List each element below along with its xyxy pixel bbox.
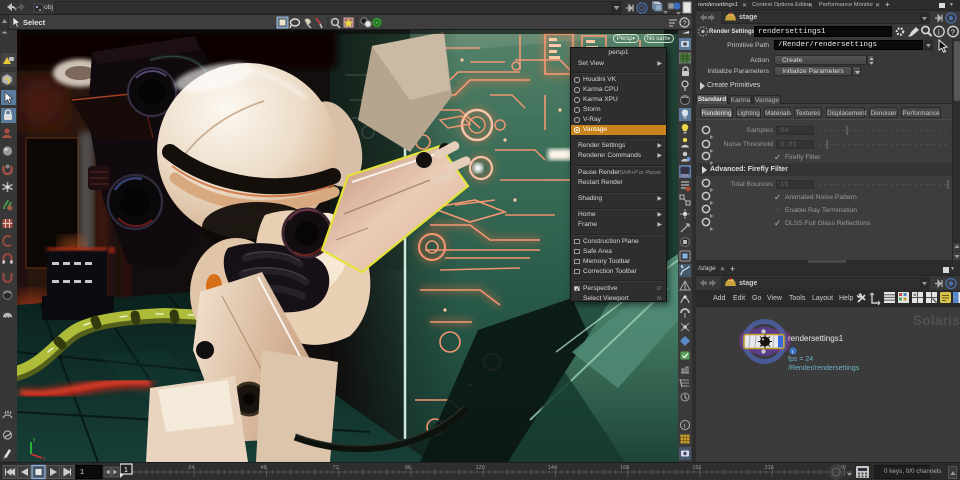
svg-text:120: 120 [476,465,485,471]
svg-text:144: 144 [548,465,557,471]
svg-text:192: 192 [692,465,701,471]
svg-text:24: 24 [188,465,194,471]
svg-text:168: 168 [620,465,629,471]
svg-text:1: 1 [124,467,128,474]
svg-text:216: 216 [765,465,774,471]
svg-text:96: 96 [405,465,411,471]
svg-text:?: ? [951,27,955,36]
svg-text:i: i [684,422,686,430]
svg-text:72: 72 [333,465,339,471]
svg-text:?: ? [683,18,687,27]
svg-text:i: i [938,27,941,36]
svg-text:48: 48 [260,465,266,471]
